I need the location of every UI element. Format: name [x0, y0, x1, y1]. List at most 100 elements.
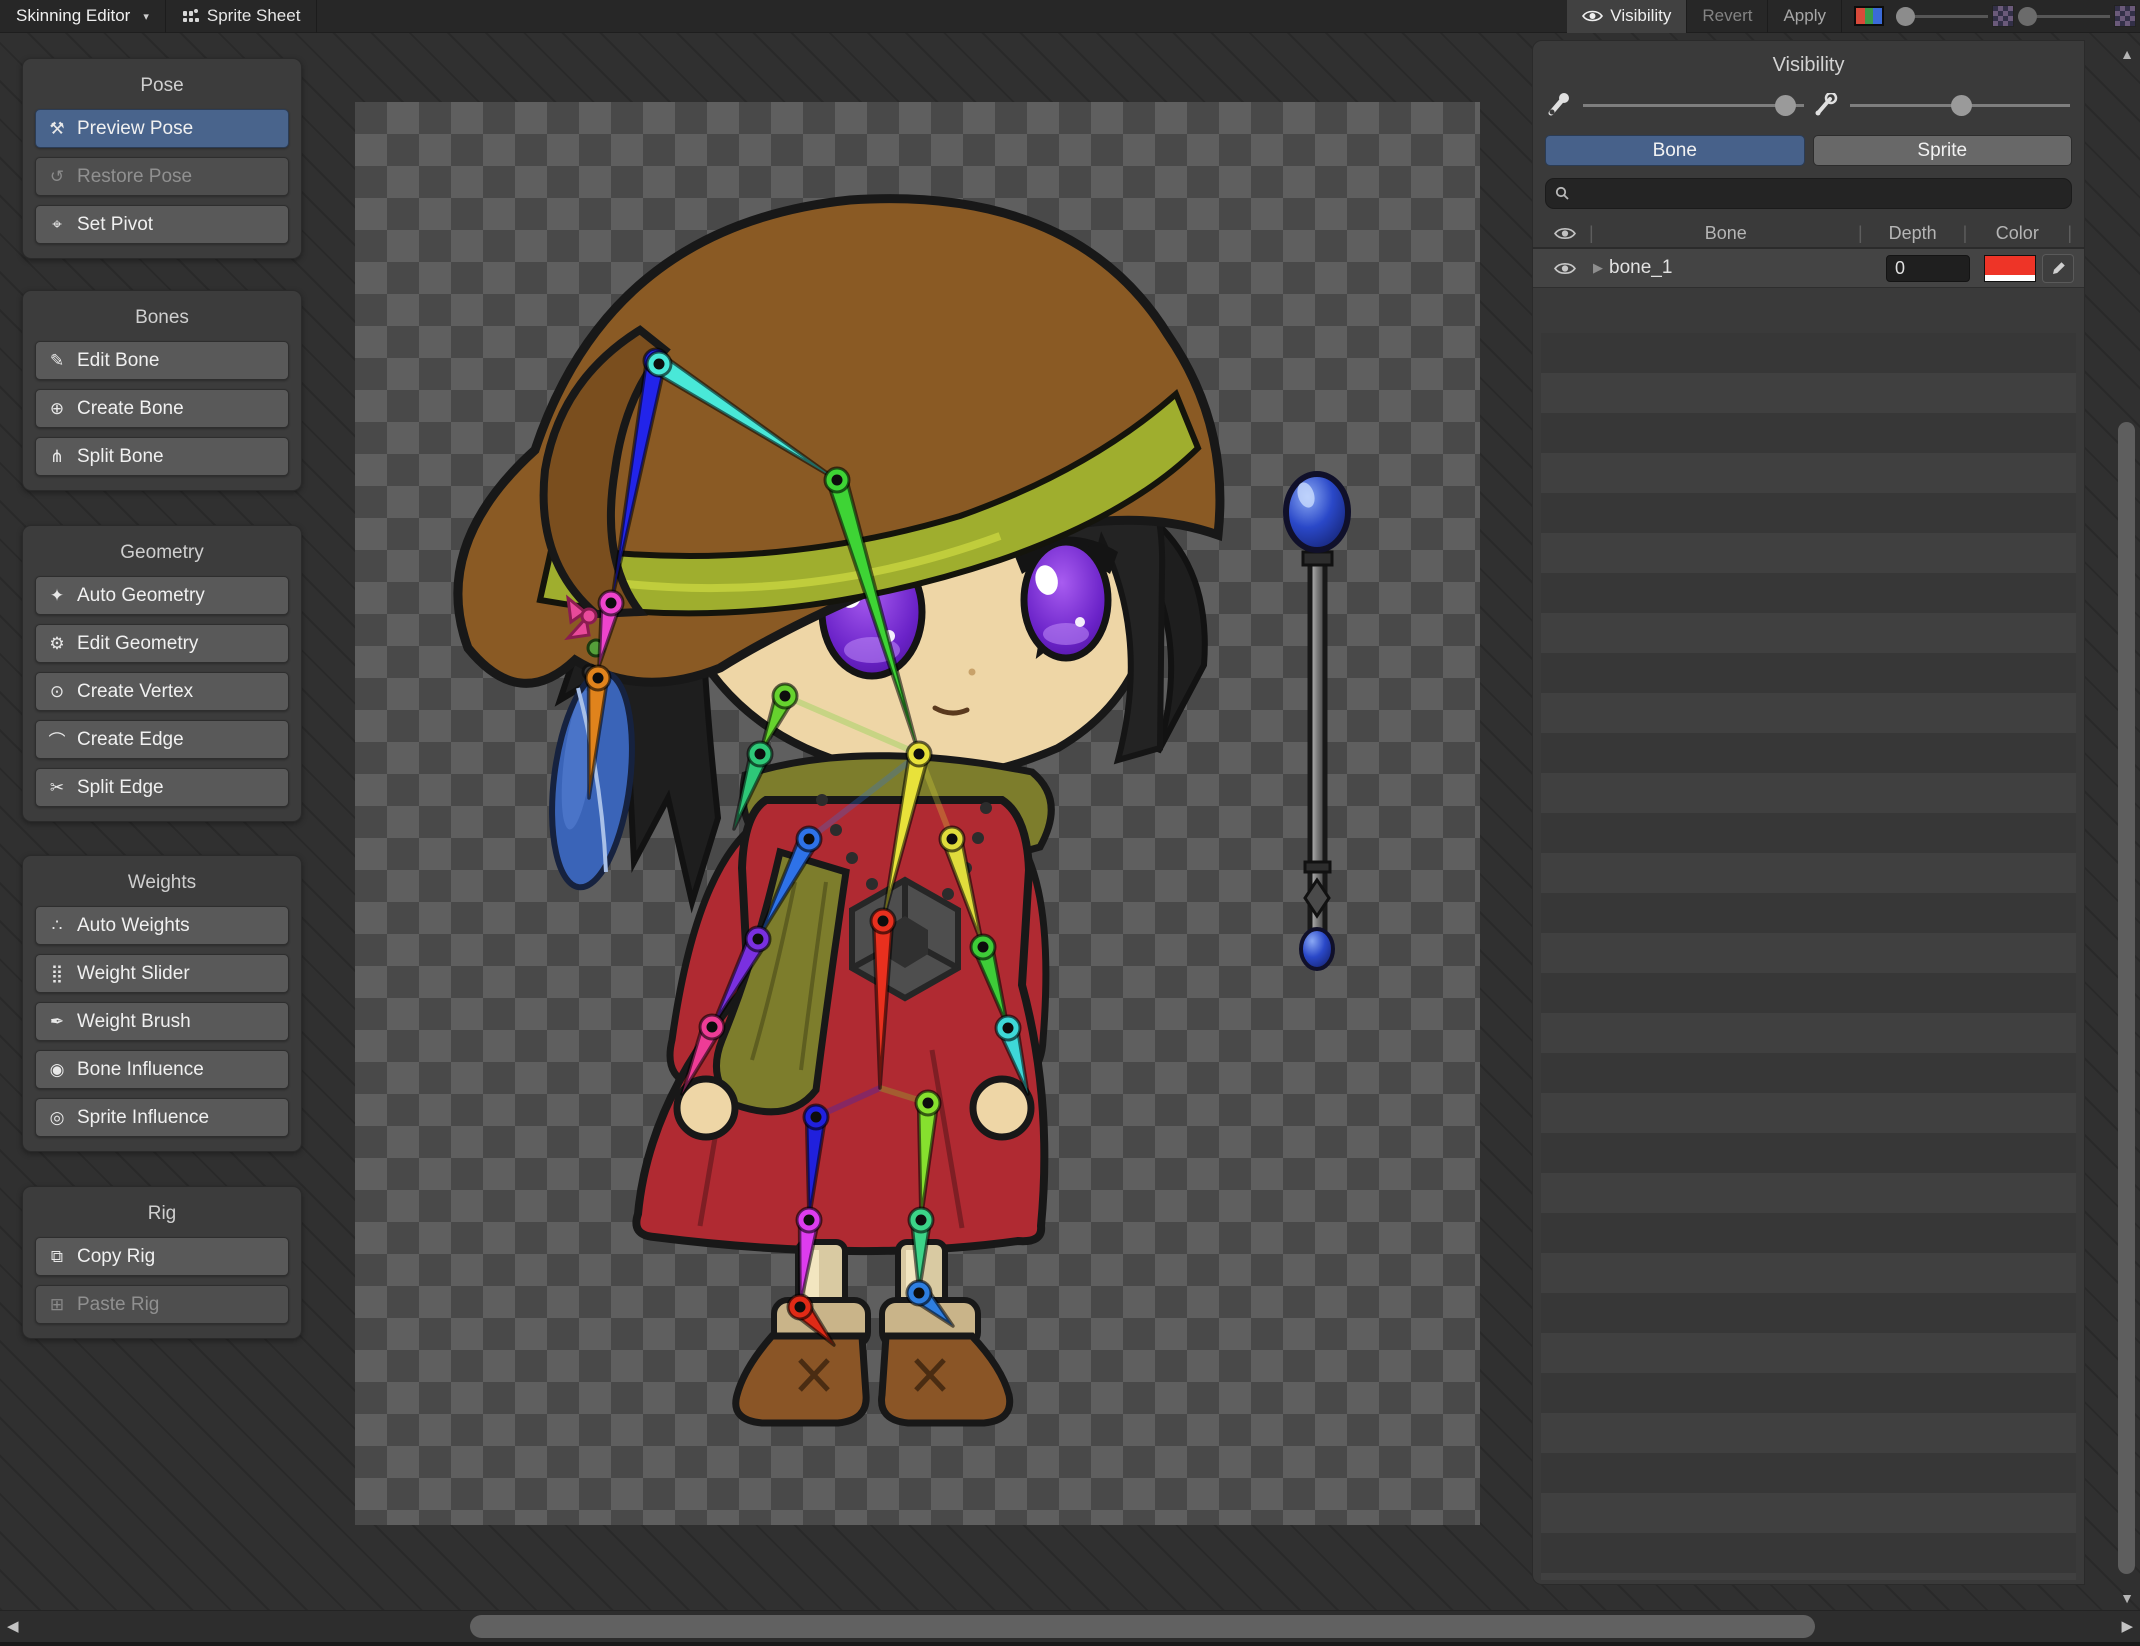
vertex-icon: ⊙ [49, 681, 65, 701]
button-label: Split Bone [77, 445, 164, 467]
visibility-list-row [1541, 1053, 2076, 1093]
scroll-up-icon[interactable]: ▲ [2114, 46, 2140, 62]
depth-input[interactable]: 0 [1886, 254, 1970, 282]
visibility-list-row [1541, 1533, 2076, 1573]
editor-workspace: Pose ⚒ Preview Pose ↺ Restore Pose ⌖ Set Pivot… [0, 33, 2140, 1610]
slider-knob[interactable] [1774, 95, 1796, 116]
expand-triangle-icon[interactable]: ▶ [1587, 260, 1609, 276]
eyedropper-button[interactable] [2042, 253, 2074, 283]
edit-geometry-button[interactable]: ⚙ Edit Geometry [35, 624, 289, 663]
visibility-list-row [1541, 413, 2076, 453]
visibility-list-row [1541, 333, 2076, 373]
paste-rig-button[interactable]: ⊞ Paste Rig [35, 1285, 289, 1324]
split-edge-button[interactable]: ✂ Split Edge [35, 768, 289, 807]
button-label: Restore Pose [77, 165, 193, 187]
chevron-down-icon: ▾ [143, 10, 149, 23]
visibility-list-row [1541, 693, 2076, 733]
toolbar-divider [1841, 0, 1842, 33]
copy-rig-button[interactable]: ⧉ Copy Rig [35, 1237, 289, 1276]
scrollbar-thumb[interactable] [2118, 422, 2135, 1574]
visibility-toggle-button[interactable]: Visibility [1567, 0, 1687, 33]
sprite-canvas[interactable] [355, 102, 1480, 1525]
visibility-list-row [1541, 813, 2076, 853]
button-label: Create Bone [77, 397, 184, 419]
bone-color-swatch[interactable] [1984, 254, 2036, 282]
sprite-color-swatch[interactable] [1854, 6, 1884, 26]
bone-search-box[interactable] [1545, 178, 2072, 209]
skinning-editor-window: Skinning Editor ▾ Sprite Sheet Visibilit… [0, 0, 2140, 1646]
visibility-list-row [1541, 733, 2076, 773]
sprite-influence-button[interactable]: ◎ Sprite Influence [35, 1098, 289, 1137]
tab-sprite[interactable]: Sprite [1812, 135, 2072, 166]
bone-influence-button[interactable]: ◉ Bone Influence [35, 1050, 289, 1089]
create-vertex-button[interactable]: ⊙ Create Vertex [35, 672, 289, 711]
split-bone-button[interactable]: ⋔ Split Bone [35, 437, 289, 476]
alpha-checker-icon [2114, 5, 2136, 27]
mannequin-icon: ↺ [49, 166, 65, 186]
visibility-list-row [1541, 613, 2076, 653]
color-column-header[interactable]: Color [1969, 223, 2065, 244]
section-title: Geometry [120, 542, 204, 563]
visibility-list-row [1541, 1093, 2076, 1133]
scroll-left-icon[interactable]: ◀ [7, 1617, 19, 1635]
revert-button[interactable]: Revert [1687, 0, 1767, 33]
bone-list-row[interactable]: ▶ bone_1 0 [1533, 249, 2084, 288]
visibility-panel-title: Visibility [1772, 54, 1845, 76]
restore-pose-button[interactable]: ↺ Restore Pose [35, 157, 289, 196]
revert-label: Revert [1702, 6, 1753, 25]
visibility-list-row [1541, 573, 2076, 613]
tab-bone[interactable]: Bone [1545, 135, 1805, 166]
scrollbar-thumb[interactable] [470, 1615, 1815, 1638]
horizontal-scrollbar[interactable]: ◀ ▶ [0, 1610, 2140, 1642]
bone-outline-icon [1815, 93, 1837, 116]
vertical-scrollbar[interactable]: ▲ ▼ [2114, 40, 2140, 1609]
window-edge [0, 1642, 2140, 1646]
weight-brush-button[interactable]: ✒ Weight Brush [35, 1002, 289, 1041]
alpha-checker-icon [1992, 5, 2014, 27]
auto-weights-button[interactable]: ∴ Auto Weights [35, 906, 289, 945]
mesh-opacity-slider[interactable] [2018, 0, 2110, 33]
visibility-list-row [1541, 1133, 2076, 1173]
set-pivot-button[interactable]: ⌖ Set Pivot [35, 205, 289, 244]
search-input[interactable] [1576, 184, 2062, 203]
edit-bone-button[interactable]: ✎ Edit Bone [35, 341, 289, 380]
button-label: Weight Brush [77, 1010, 191, 1032]
search-icon [1555, 186, 1569, 200]
slider-knob[interactable] [1896, 6, 1915, 26]
sprite-sheet-label: Sprite Sheet [206, 6, 301, 25]
button-label: Edit Geometry [77, 632, 199, 654]
bone-edit-icon: ✎ [49, 350, 65, 370]
eye-column-header[interactable] [1543, 226, 1587, 241]
create-bone-button[interactable]: ⊕ Create Bone [35, 389, 289, 428]
preview-pose-button[interactable]: ⚒ Preview Pose [35, 109, 289, 148]
depth-column-header[interactable]: Depth [1865, 223, 1961, 244]
bone-column-header[interactable]: Bone [1596, 223, 1856, 244]
tab-bone-label: Bone [1652, 139, 1697, 161]
visibility-list-row [1541, 973, 2076, 1013]
staff-sprite [1283, 471, 1351, 971]
row-visibility-toggle[interactable] [1543, 261, 1587, 276]
auto-geometry-button[interactable]: ✦ Auto Geometry [35, 576, 289, 615]
eye-icon [1554, 262, 1576, 274]
visibility-list-row [1541, 893, 2076, 933]
section-pose: Pose ⚒ Preview Pose ↺ Restore Pose ⌖ Set Pivot [22, 58, 302, 259]
bone-opacity-slider[interactable] [1583, 94, 1804, 116]
scroll-down-icon[interactable]: ▼ [2114, 1590, 2140, 1606]
visibility-list-row [1541, 1293, 2076, 1333]
visibility-list-row [1541, 853, 2076, 893]
sprite-sheet-button[interactable]: Sprite Sheet [166, 0, 317, 33]
mesh-opacity-slider[interactable] [1849, 94, 2070, 116]
bone-name[interactable]: bone_1 [1609, 257, 1886, 279]
create-edge-button[interactable]: ⌒ Create Edge [35, 720, 289, 759]
apply-button[interactable]: Apply [1768, 0, 1841, 33]
slider-knob[interactable] [1950, 95, 1972, 116]
section-bones: Bones ✎ Edit Bone ⊕ Create Bone ⋔ Split Bone [22, 290, 302, 491]
edge-icon: ⌒ [48, 732, 66, 751]
sprite-opacity-slider[interactable] [1896, 0, 1988, 33]
weight-slider-button[interactable]: ⣿ Weight Slider [35, 954, 289, 993]
scroll-right-icon[interactable]: ▶ [2121, 1617, 2133, 1635]
slider-knob[interactable] [2018, 6, 2037, 26]
skinning-editor-dropdown[interactable]: Skinning Editor ▾ [0, 0, 165, 33]
button-label: Copy Rig [77, 1245, 156, 1267]
visibility-list-row [1541, 1373, 2076, 1413]
